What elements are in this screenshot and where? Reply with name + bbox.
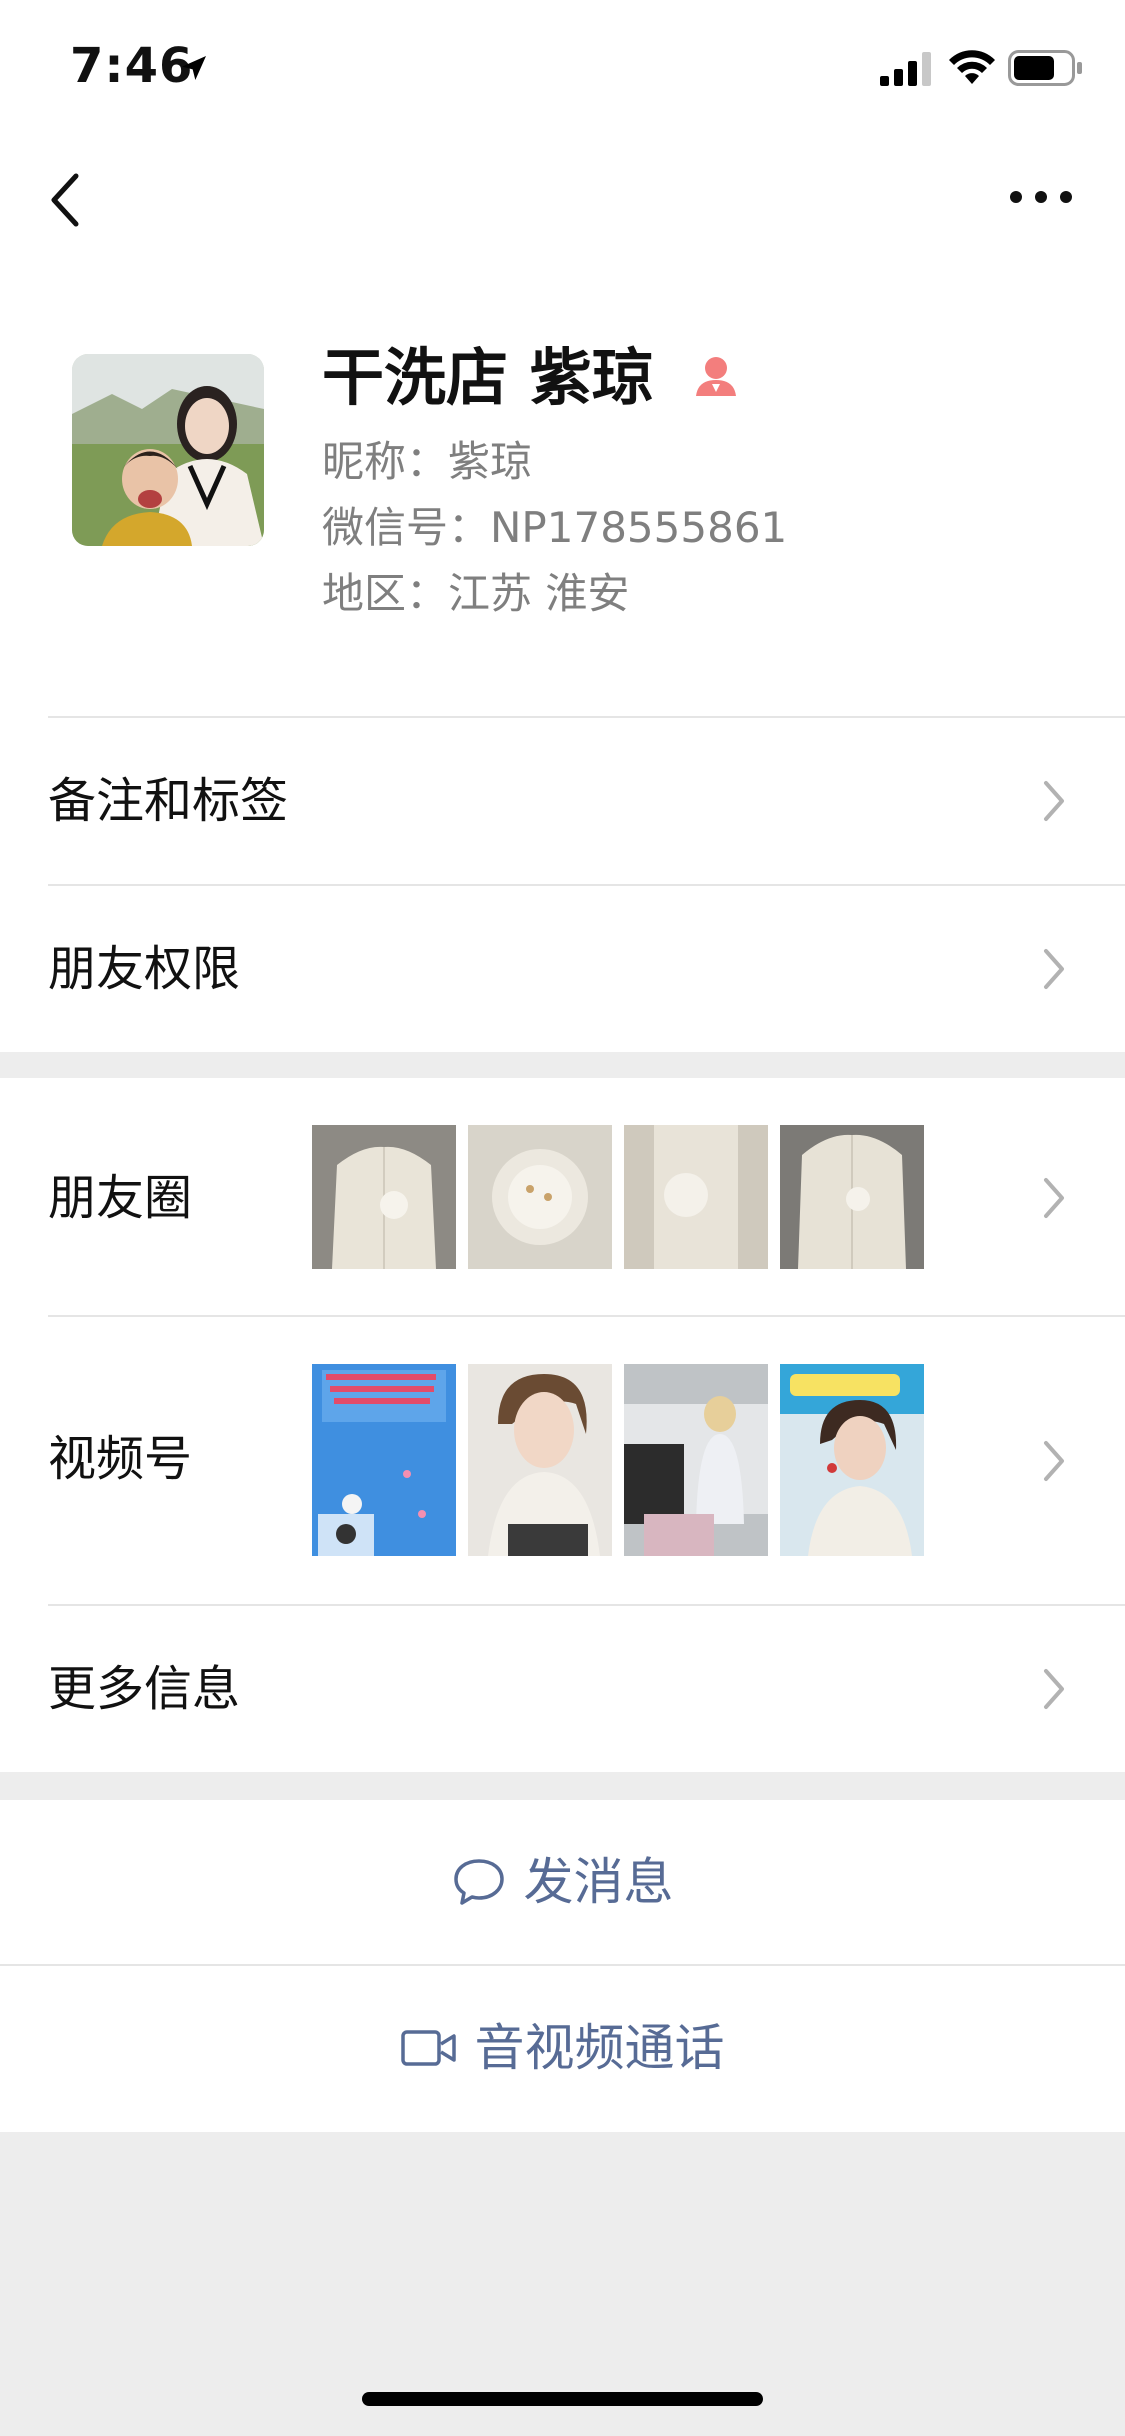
friend-permissions-row[interactable]: 朋友权限 — [0, 886, 1125, 1052]
moments-thumbnail — [312, 1125, 456, 1269]
chevron-right-icon — [1044, 781, 1064, 821]
channels-thumbnail — [624, 1364, 768, 1556]
battery-icon — [1008, 50, 1082, 86]
actions-section: 发消息 音视频通话 — [0, 1800, 1125, 2132]
more-dots-icon[interactable] — [1008, 182, 1074, 212]
back-chevron-icon[interactable] — [44, 168, 88, 232]
channels-thumbnail — [468, 1364, 612, 1556]
signal-icon — [880, 52, 931, 86]
send-message-label: 发消息 — [523, 1853, 674, 1911]
chevron-right-icon — [1044, 1178, 1064, 1218]
region-value: 江苏 淮安 — [448, 569, 630, 618]
moments-thumbnail — [780, 1125, 924, 1269]
moments-thumbnail — [468, 1125, 612, 1269]
wifi-icon — [949, 50, 995, 84]
status-bar: 7:46 — [0, 0, 1125, 135]
channels-thumbnail — [780, 1364, 924, 1556]
nickname-value: 紫琼 — [448, 437, 533, 486]
channels-label: 视频号 — [48, 1431, 193, 1487]
avatar[interactable] — [72, 354, 264, 546]
video-camera-icon — [400, 2030, 456, 2066]
av-call-label: 音视频通话 — [474, 2019, 725, 2077]
chat-bubble-icon — [453, 1859, 504, 1905]
chevron-right-icon — [1044, 1441, 1064, 1481]
send-message-button[interactable]: 发消息 — [0, 1800, 1125, 1964]
more-info-row[interactable]: 更多信息 — [0, 1606, 1125, 1772]
remarks-tags-label: 备注和标签 — [48, 773, 289, 829]
home-indicator[interactable] — [362, 2392, 763, 2406]
profile-display-name: 干洗店 紫琼 — [322, 341, 654, 414]
location-arrow-icon — [182, 56, 206, 80]
wechat-id-label: 微信号： — [322, 503, 491, 552]
region-row: 地区：江苏 淮安 — [322, 564, 629, 624]
content-section: 朋友圈 视频号 更多信息 — [0, 1078, 1125, 1772]
moments-thumbnail — [624, 1125, 768, 1269]
more-info-label: 更多信息 — [48, 1661, 241, 1717]
status-time: 7:46 — [70, 38, 194, 94]
moments-row[interactable]: 朋友圈 — [0, 1078, 1125, 1315]
friend-permissions-label: 朋友权限 — [48, 941, 241, 997]
channels-thumbnail — [312, 1364, 456, 1556]
region-label: 地区： — [322, 569, 449, 618]
wechat-id-value: NP178555861 — [490, 503, 788, 552]
channels-row[interactable]: 视频号 — [0, 1317, 1125, 1604]
wechat-id-row: 微信号：NP178555861 — [322, 498, 787, 558]
nickname-row: 昵称：紫琼 — [322, 432, 532, 492]
av-call-button[interactable]: 音视频通话 — [0, 1966, 1125, 2130]
remarks-tags-row[interactable]: 备注和标签 — [0, 718, 1125, 884]
chevron-right-icon — [1044, 949, 1064, 989]
nickname-label: 昵称： — [322, 437, 449, 486]
moments-label: 朋友圈 — [48, 1170, 193, 1226]
chevron-right-icon — [1044, 1669, 1064, 1709]
female-gender-icon — [696, 357, 736, 396]
